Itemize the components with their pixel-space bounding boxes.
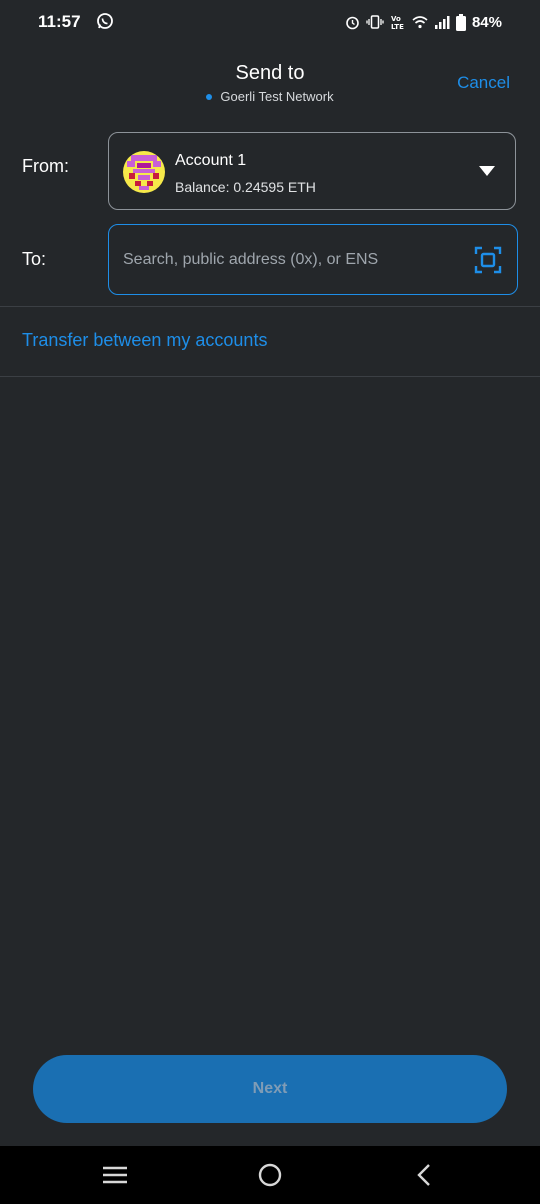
divider — [0, 306, 540, 307]
svg-text:LTE: LTE — [391, 23, 404, 30]
battery-icon — [455, 13, 466, 31]
qr-scan-icon[interactable] — [474, 246, 502, 279]
network-name: Goerli Test Network — [220, 89, 334, 104]
to-label: To: — [22, 249, 47, 269]
svg-text:Vo: Vo — [391, 15, 401, 23]
cancel-button[interactable]: Cancel — [457, 73, 510, 93]
wifi-icon — [412, 15, 428, 29]
network-dot-icon — [206, 93, 213, 100]
volte-icon: Vo LTE — [390, 14, 406, 30]
account-avatar — [123, 151, 165, 193]
back-icon[interactable] — [414, 1163, 434, 1187]
from-account-selector[interactable]: Account 1 Balance: 0.24595 ETH — [108, 132, 516, 210]
transfer-between-accounts-link[interactable]: Transfer between my accounts — [22, 330, 267, 351]
status-time: 11:57 — [38, 12, 81, 31]
address-search-input[interactable] — [123, 225, 463, 294]
chevron-down-icon[interactable] — [479, 166, 495, 176]
from-label: From: — [22, 156, 69, 176]
next-button[interactable]: Next — [33, 1055, 507, 1123]
to-address-field[interactable] — [108, 224, 518, 295]
status-icons: Vo LTE 84% — [345, 11, 502, 33]
recent-apps-icon[interactable] — [102, 1163, 128, 1187]
account-name: Account 1 — [175, 152, 247, 169]
signal-icon — [434, 15, 450, 29]
divider — [0, 376, 540, 377]
account-balance: Balance: 0.24595 ETH — [175, 179, 316, 195]
home-icon[interactable] — [257, 1163, 283, 1187]
send-to-screen: 11:57 Vo LTE 84% Send to Goerli Test Net… — [0, 0, 540, 1204]
vibrate-icon — [366, 15, 384, 29]
status-bar: 11:57 Vo LTE 84% — [0, 0, 540, 44]
battery-level: 84% — [471, 13, 502, 31]
alarm-icon — [345, 15, 360, 30]
system-nav-bar — [0, 1146, 540, 1204]
whatsapp-icon — [96, 12, 114, 35]
